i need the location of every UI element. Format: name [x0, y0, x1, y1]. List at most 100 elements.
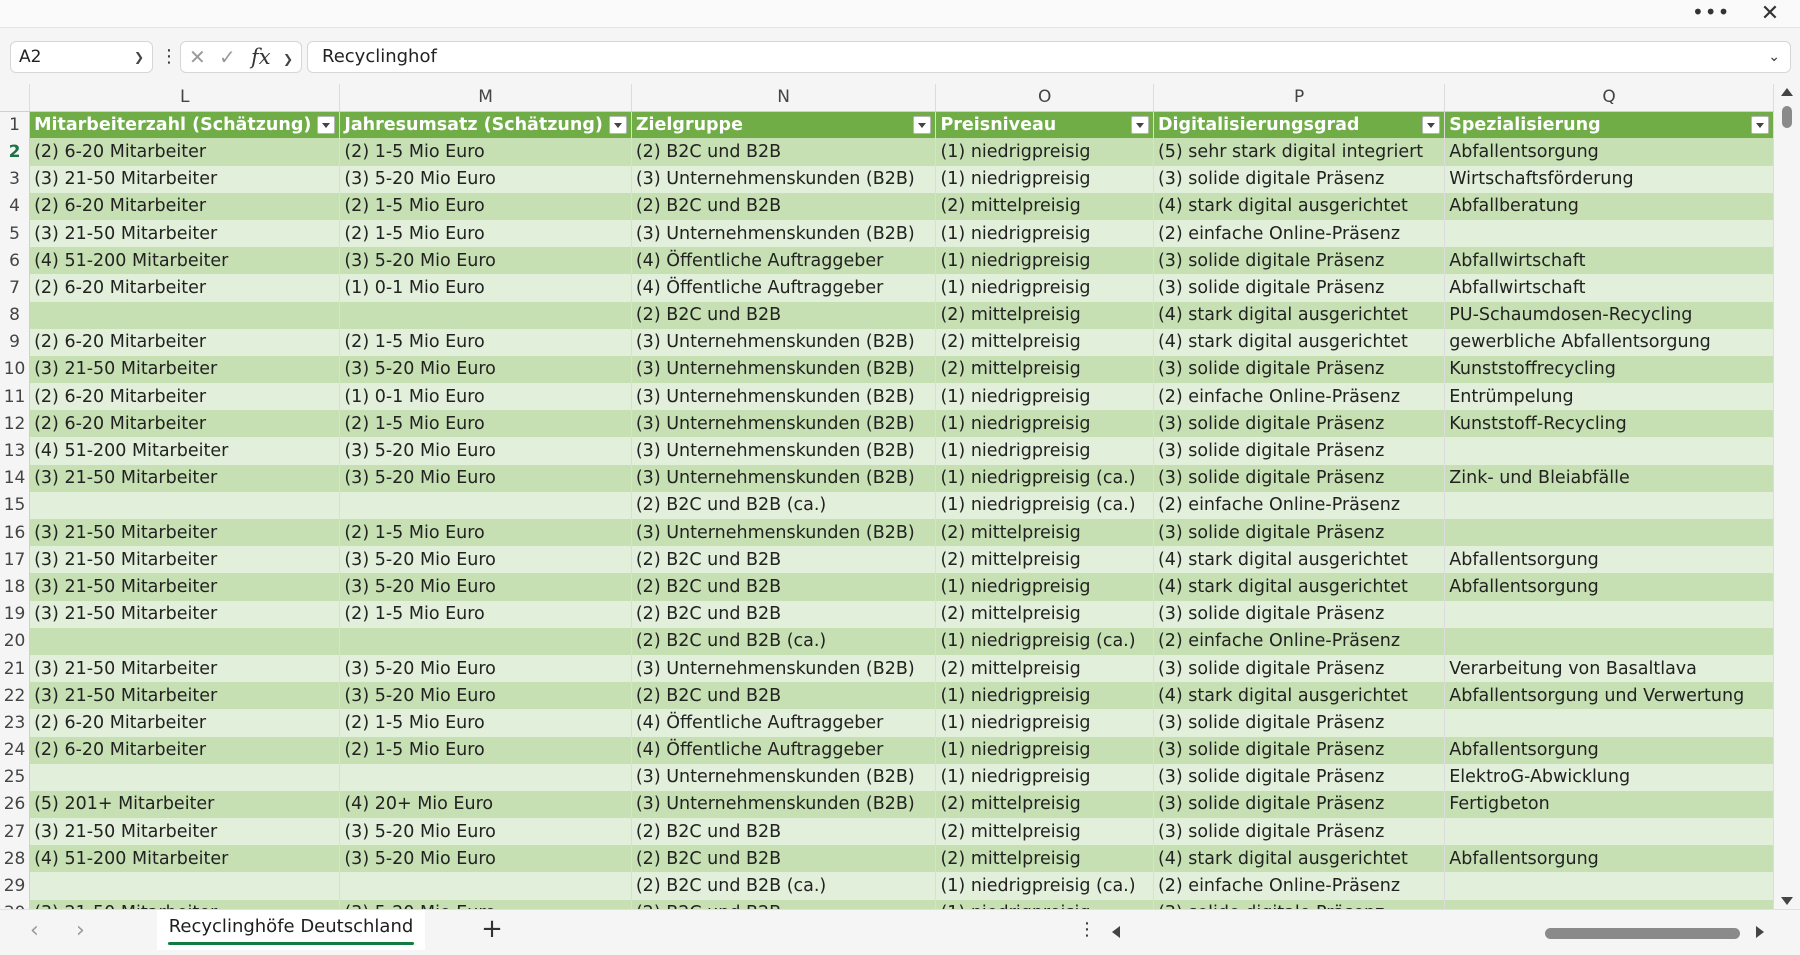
- select-all-corner[interactable]: [0, 84, 31, 112]
- table-cell[interactable]: (2) B2C und B2B: [631, 682, 937, 710]
- table-cell[interactable]: [339, 627, 632, 655]
- table-cell[interactable]: (3) solide digitale Präsenz: [1153, 818, 1446, 846]
- row-number[interactable]: 29: [0, 872, 31, 900]
- row-number[interactable]: 11: [0, 383, 31, 411]
- table-cell[interactable]: (2) B2C und B2B: [631, 600, 937, 628]
- header-cell-digitalisierungsgrad[interactable]: Digitalisierungsgrad: [1153, 111, 1446, 139]
- previous-sheet-icon[interactable]: ‹: [30, 918, 39, 943]
- table-cell[interactable]: [29, 627, 341, 655]
- table-cell[interactable]: (4) stark digital ausgerichtet: [1153, 192, 1446, 220]
- scroll-down-arrow-icon[interactable]: [1781, 897, 1793, 905]
- table-cell[interactable]: (3) 5-20 Mio Euro: [339, 437, 632, 465]
- table-cell[interactable]: [339, 763, 632, 791]
- row-number[interactable]: 12: [0, 410, 31, 438]
- table-cell[interactable]: (2) mittelpreisig: [935, 328, 1154, 356]
- filter-dropdown-icon[interactable]: [1422, 115, 1441, 134]
- row-number[interactable]: 2: [0, 138, 31, 166]
- row-number[interactable]: 4: [0, 192, 31, 220]
- table-cell[interactable]: (3) 21-50 Mitarbeiter: [29, 573, 341, 601]
- header-cell-jahresumsatz[interactable]: Jahresumsatz (Schätzung): [339, 111, 632, 139]
- table-cell[interactable]: Kunststoffrecycling: [1444, 355, 1774, 384]
- row-number[interactable]: 21: [0, 654, 31, 683]
- table-cell[interactable]: [339, 301, 632, 329]
- next-sheet-icon[interactable]: ›: [76, 918, 85, 943]
- scroll-up-arrow-icon[interactable]: [1781, 88, 1793, 96]
- table-cell[interactable]: (3) 5-20 Mio Euro: [339, 682, 632, 710]
- table-cell[interactable]: (1) niedrigpreisig: [935, 682, 1154, 710]
- table-cell[interactable]: [1444, 437, 1774, 465]
- table-cell[interactable]: [1444, 491, 1774, 519]
- table-cell[interactable]: [1444, 899, 1774, 909]
- table-cell[interactable]: (1) 0-1 Mio Euro: [339, 383, 632, 411]
- table-cell[interactable]: (2) einfache Online-Präsenz: [1153, 219, 1446, 248]
- table-cell[interactable]: [1444, 600, 1774, 628]
- row-number[interactable]: 18: [0, 573, 31, 601]
- table-cell[interactable]: (2) 1-5 Mio Euro: [339, 519, 632, 547]
- table-cell[interactable]: (3) 5-20 Mio Euro: [339, 845, 632, 873]
- table-cell[interactable]: [339, 872, 632, 900]
- table-cell[interactable]: [1444, 219, 1774, 248]
- table-cell[interactable]: (2) mittelpreisig: [935, 355, 1154, 384]
- table-cell[interactable]: (3) solide digitale Präsenz: [1153, 437, 1446, 465]
- table-cell[interactable]: (3) 21-50 Mitarbeiter: [29, 464, 341, 492]
- add-sheet-icon[interactable]: +: [480, 914, 504, 944]
- table-cell[interactable]: Fertigbeton: [1444, 790, 1774, 819]
- table-cell[interactable]: (3) solide digitale Präsenz: [1153, 165, 1446, 193]
- table-cell[interactable]: (3) solide digitale Präsenz: [1153, 355, 1446, 384]
- table-cell[interactable]: Abfallentsorgung: [1444, 736, 1774, 764]
- column-header-q[interactable]: Q: [1444, 84, 1774, 112]
- horizontal-scrollbar-thumb[interactable]: [1545, 928, 1740, 939]
- close-icon[interactable]: ✕: [1754, 2, 1786, 26]
- vertical-ellipsis-icon[interactable]: ⋮: [1078, 918, 1096, 942]
- table-cell[interactable]: (3) 5-20 Mio Euro: [339, 247, 632, 275]
- table-cell[interactable]: (2) 6-20 Mitarbeiter: [29, 736, 341, 764]
- table-cell[interactable]: (3) Unternehmenskunden (B2B): [631, 328, 937, 356]
- table-cell[interactable]: (3) Unternehmenskunden (B2B): [631, 790, 937, 819]
- row-number[interactable]: 9: [0, 328, 31, 356]
- table-cell[interactable]: Abfallentsorgung: [1444, 546, 1774, 574]
- table-cell[interactable]: (3) 5-20 Mio Euro: [339, 165, 632, 193]
- confirm-check-icon[interactable]: ✓: [219, 44, 236, 70]
- chevron-down-icon[interactable]: ❯: [283, 46, 293, 72]
- row-number[interactable]: 6: [0, 247, 31, 275]
- header-cell-zielgruppe[interactable]: Zielgruppe: [631, 111, 937, 139]
- table-cell[interactable]: [29, 763, 341, 791]
- table-cell[interactable]: (3) solide digitale Präsenz: [1153, 600, 1446, 628]
- table-cell[interactable]: (3) Unternehmenskunden (B2B): [631, 219, 937, 248]
- table-cell[interactable]: Abfallentsorgung: [1444, 138, 1774, 166]
- table-cell[interactable]: (2) 1-5 Mio Euro: [339, 600, 632, 628]
- table-cell[interactable]: (3) solide digitale Präsenz: [1153, 899, 1446, 909]
- header-cell-preisniveau[interactable]: Preisniveau: [935, 111, 1154, 139]
- table-cell[interactable]: (1) niedrigpreisig (ca.): [935, 627, 1154, 655]
- table-cell[interactable]: (4) 51-200 Mitarbeiter: [29, 437, 341, 465]
- table-cell[interactable]: (4) stark digital ausgerichtet: [1153, 546, 1446, 574]
- row-number[interactable]: 27: [0, 818, 31, 846]
- name-box[interactable]: A2 ❯: [10, 41, 153, 73]
- table-cell[interactable]: (2) B2C und B2B (ca.): [631, 491, 937, 519]
- column-header-l[interactable]: L: [29, 84, 341, 112]
- table-cell[interactable]: PU-Schaumdosen-Recycling: [1444, 301, 1774, 329]
- table-cell[interactable]: (3) solide digitale Präsenz: [1153, 464, 1446, 492]
- vertical-ellipsis-icon[interactable]: ⋮: [160, 45, 178, 69]
- formula-input[interactable]: Recyclinghof ⌄: [307, 41, 1791, 73]
- table-cell[interactable]: (3) 21-50 Mitarbeiter: [29, 818, 341, 846]
- table-cell[interactable]: gewerbliche Abfallentsorgung: [1444, 328, 1774, 356]
- table-cell[interactable]: (3) Unternehmenskunden (B2B): [631, 165, 937, 193]
- table-cell[interactable]: (3) Unternehmenskunden (B2B): [631, 410, 937, 438]
- table-cell[interactable]: (3) 5-20 Mio Euro: [339, 464, 632, 492]
- column-header-m[interactable]: M: [339, 84, 632, 112]
- table-cell[interactable]: (3) solide digitale Präsenz: [1153, 519, 1446, 547]
- table-cell[interactable]: (1) niedrigpreisig: [935, 383, 1154, 411]
- scrollbar-thumb[interactable]: [1782, 106, 1792, 128]
- row-number[interactable]: 10: [0, 355, 31, 384]
- column-header-o[interactable]: O: [935, 84, 1154, 112]
- table-cell[interactable]: (4) stark digital ausgerichtet: [1153, 845, 1446, 873]
- row-number[interactable]: 23: [0, 709, 31, 737]
- table-cell[interactable]: (3) 5-20 Mio Euro: [339, 573, 632, 601]
- row-number[interactable]: 30: [0, 899, 31, 909]
- scroll-left-arrow-icon[interactable]: [1112, 926, 1120, 938]
- filter-dropdown-icon[interactable]: [317, 115, 336, 134]
- table-cell[interactable]: (3) Unternehmenskunden (B2B): [631, 437, 937, 465]
- table-cell[interactable]: (4) Öffentliche Auftraggeber: [631, 736, 937, 764]
- table-cell[interactable]: (2) 6-20 Mitarbeiter: [29, 274, 341, 302]
